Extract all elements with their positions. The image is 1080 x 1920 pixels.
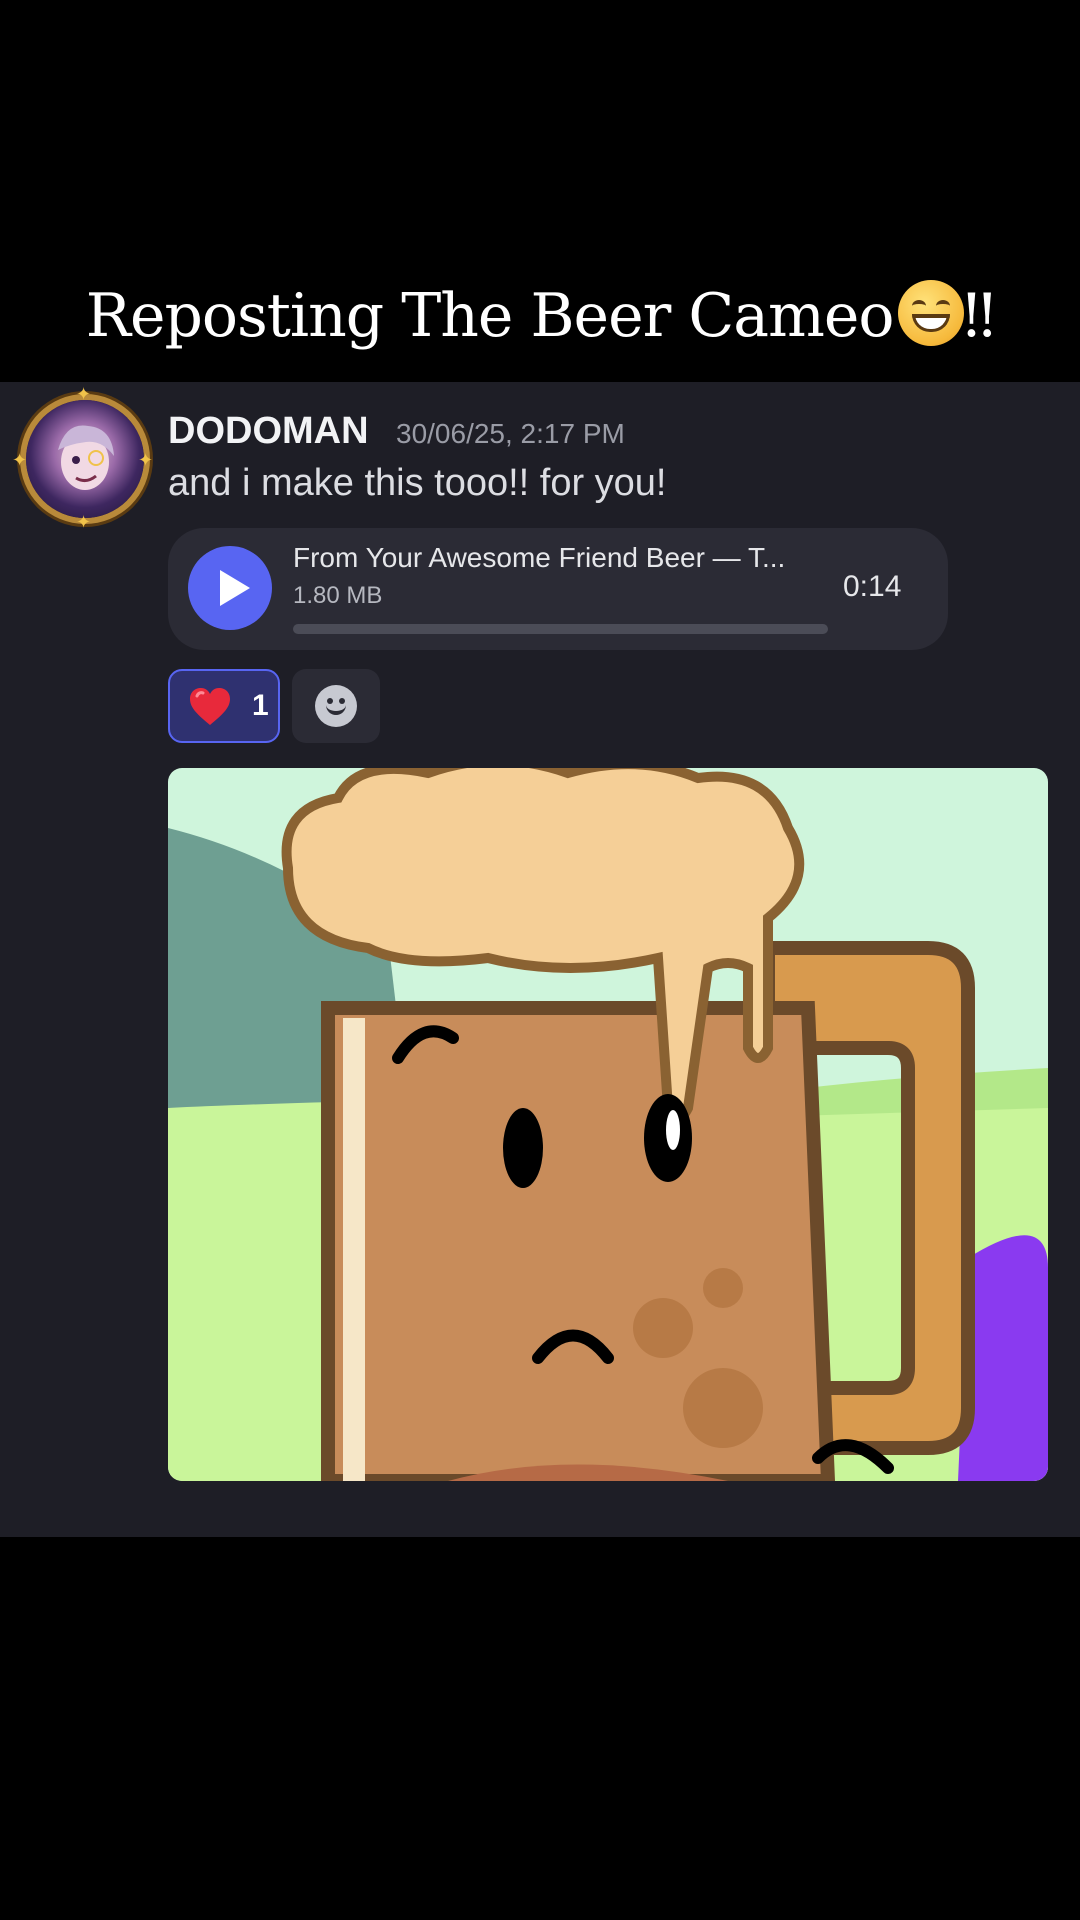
avatar-decoration-icon: ✦ bbox=[12, 450, 28, 471]
caption-suffix: ‼ bbox=[963, 281, 996, 351]
video-attachment-image[interactable] bbox=[168, 768, 1048, 1481]
audio-title: From Your Awesome Friend Beer — T... bbox=[293, 542, 786, 573]
heart-icon bbox=[190, 688, 230, 725]
reaction-count: 1 bbox=[252, 689, 269, 722]
smiley-face-icon bbox=[315, 685, 357, 727]
grinning-face-emoji-icon bbox=[897, 280, 964, 346]
audio-duration: 0:14 bbox=[843, 570, 902, 603]
message-timestamp: 30/06/25, 2:17 PM bbox=[396, 418, 625, 449]
username[interactable]: DODOMAN bbox=[168, 410, 369, 453]
add-reaction-button[interactable] bbox=[292, 669, 380, 743]
play-button[interactable] bbox=[188, 546, 272, 630]
avatar-portrait bbox=[58, 425, 114, 490]
avatar-decoration-icon: ✦ bbox=[76, 384, 92, 405]
message-text: and i make this tooo!! for you! bbox=[168, 462, 667, 504]
beer-mug-illustration bbox=[168, 768, 1048, 1481]
avatar[interactable]: ✦ ✦ ✦ ✦ bbox=[12, 384, 153, 533]
audio-seek-bar[interactable] bbox=[293, 624, 828, 634]
caption-text: Reposting The Beer Cameo bbox=[85, 281, 895, 351]
reaction-heart[interactable]: 1 bbox=[168, 669, 280, 743]
audio-file-size: 1.80 MB bbox=[293, 582, 383, 609]
avatar-decoration-icon: ✦ bbox=[138, 450, 154, 471]
video-caption: Reposting The Beer Cameo ‼ bbox=[0, 280, 1080, 351]
audio-attachment: From Your Awesome Friend Beer — T... 1.8… bbox=[168, 528, 948, 650]
avatar-decoration-icon: ✦ bbox=[76, 512, 92, 533]
